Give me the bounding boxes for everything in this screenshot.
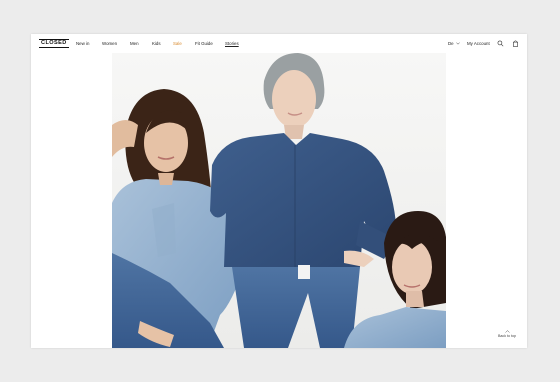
top-navigation: CLOSED New in Women Men Kids Sale Fit Gu… [31,34,527,53]
hero-illustration [112,53,446,348]
nav-sale[interactable]: Sale [173,41,182,47]
hero-image[interactable] [112,53,446,348]
language-selector[interactable]: De [448,41,460,47]
language-label: De [448,41,454,46]
nav-new-in[interactable]: New in [76,41,89,47]
chevron-up-icon [504,330,510,333]
nav-men[interactable]: Men [130,41,139,47]
nav-women[interactable]: Women [102,41,117,47]
search-icon[interactable] [497,40,504,47]
nav-stories[interactable]: Stories [225,41,239,47]
nav-fit-guide[interactable]: Fit Guide [195,41,213,47]
browser-viewport: CLOSED New in Women Men Kids Sale Fit Gu… [31,34,527,348]
back-to-top-label: Back to top [498,334,516,338]
back-to-top-button[interactable]: Back to top [495,330,519,338]
nav-kids[interactable]: Kids [152,41,161,47]
my-account-link[interactable]: My Account [467,41,490,47]
bag-icon[interactable] [512,40,519,47]
closed-logo[interactable]: CLOSED [39,39,69,48]
chevron-down-icon [456,42,460,45]
